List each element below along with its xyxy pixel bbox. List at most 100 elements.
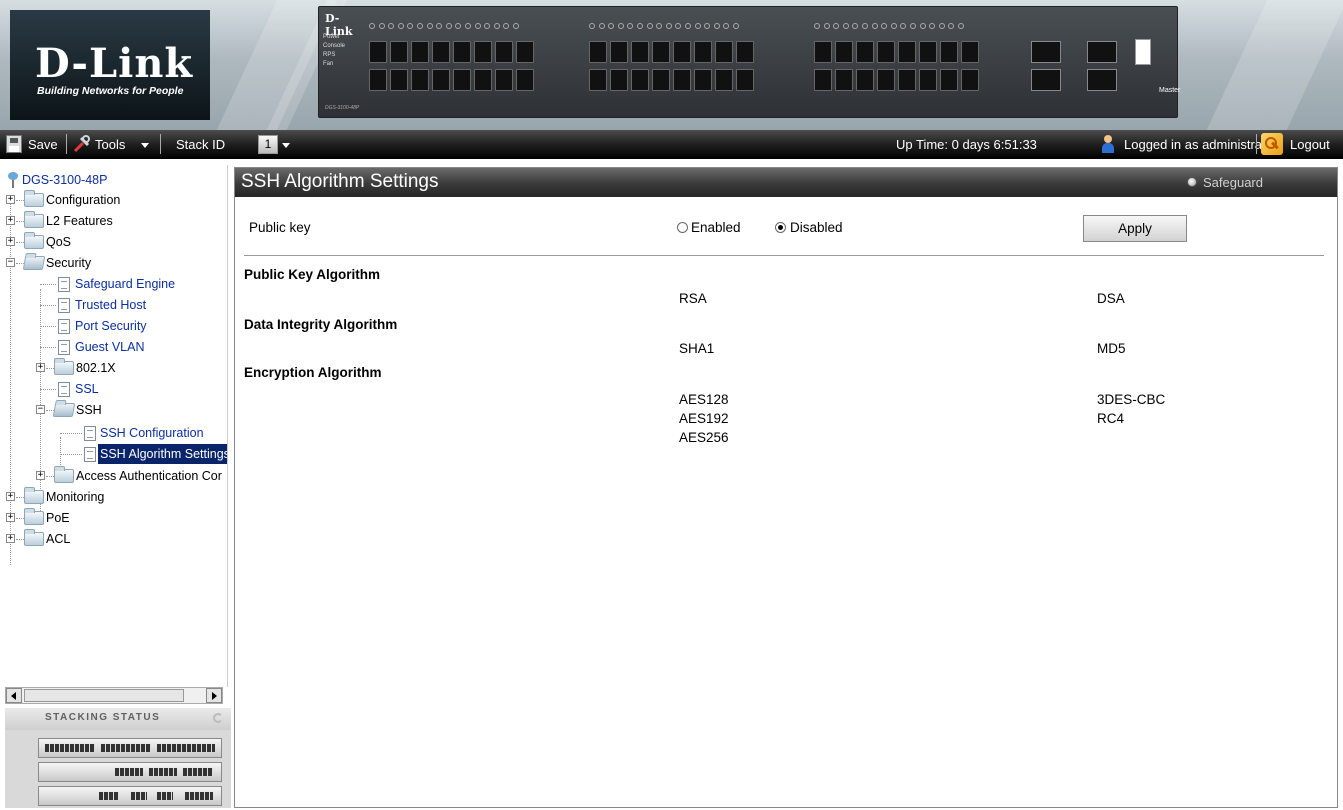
page-icon (84, 447, 96, 462)
tree-item-label-selected[interactable]: SSH Algorithm Settings (98, 444, 227, 464)
port-group[interactable] (814, 17, 984, 95)
stack-unit[interactable] (38, 762, 222, 782)
tree-item-configuration[interactable]: + Configuration (0, 190, 227, 210)
stack-unit[interactable] (38, 738, 222, 758)
tree-item-802-1x[interactable]: + 802.1X (0, 358, 227, 378)
tree-item-label[interactable]: Port Security (75, 316, 147, 336)
section-heading-public-key: Public Key Algorithm (244, 267, 381, 282)
chevron-down-icon[interactable] (282, 143, 290, 148)
folder-icon (24, 508, 44, 525)
apply-button[interactable]: Apply (1083, 215, 1187, 242)
refresh-icon[interactable] (213, 713, 223, 723)
tree-item-l2-features[interactable]: + L2 Features (0, 211, 227, 231)
tree-item-poe[interactable]: + PoE (0, 508, 227, 528)
save-icon[interactable] (6, 135, 22, 153)
tree-item-security[interactable]: − Security (0, 253, 227, 273)
scrollbar-thumb[interactable] (24, 689, 184, 702)
stacking-status-panel: STACKING STATUS (5, 708, 231, 808)
expand-icon[interactable]: + (6, 492, 15, 501)
collapse-icon[interactable]: − (36, 405, 45, 414)
port-row[interactable] (369, 41, 539, 63)
switch-front-panel[interactable]: D-Link Power Console RPS Fan DGS-3100-48… (318, 6, 1180, 118)
save-button[interactable]: Save (28, 137, 58, 152)
expand-icon[interactable]: + (6, 237, 15, 246)
port-group[interactable] (369, 17, 539, 95)
port-row[interactable] (814, 41, 984, 63)
tree-item-label[interactable]: Guest VLAN (75, 337, 144, 357)
toolbar: Save Tools Stack ID 1 Up Time: 0 days 6:… (0, 130, 1343, 159)
tree-item-label[interactable]: SSH Configuration (100, 423, 204, 443)
scroll-right-button[interactable] (206, 688, 222, 703)
tree-item-monitoring[interactable]: + Monitoring (0, 487, 227, 507)
tree-item-ssl[interactable]: SSL (0, 379, 227, 399)
combo-port[interactable] (1087, 69, 1117, 91)
port-row[interactable] (369, 69, 539, 91)
chevron-down-icon[interactable] (141, 143, 149, 148)
tree-item-label[interactable]: QoS (46, 232, 71, 252)
expand-icon[interactable]: + (36, 363, 45, 372)
tree-item-label[interactable]: SSH (76, 400, 102, 420)
algorithm-dsa: DSA (1097, 291, 1125, 306)
page-icon (58, 277, 70, 292)
algorithm-aes256: AES256 (679, 430, 729, 445)
stack-unit[interactable] (38, 786, 222, 806)
led-label: Power (323, 34, 341, 40)
collapse-icon[interactable]: − (6, 258, 15, 267)
tree-item-label[interactable]: Trusted Host (75, 295, 146, 315)
expand-icon[interactable]: + (6, 195, 15, 204)
expand-icon[interactable]: + (6, 513, 15, 522)
tree-item-label[interactable]: ACL (46, 529, 70, 549)
combo-port[interactable] (1031, 69, 1061, 91)
tree-item-guest-vlan[interactable]: Guest VLAN (0, 337, 227, 357)
toolbar-divider (160, 134, 161, 154)
port-group[interactable] (589, 17, 759, 95)
page-icon (58, 298, 70, 313)
expand-icon[interactable]: + (36, 471, 45, 480)
logout-button[interactable]: Logout (1290, 137, 1330, 152)
public-key-enabled-radio[interactable] (677, 222, 688, 233)
logo-text: D-Link (35, 40, 194, 87)
safeguard-status-icon (1187, 177, 1197, 187)
tree-horizontal-scrollbar[interactable] (5, 687, 223, 704)
folder-icon (24, 211, 44, 228)
tree-item-acl[interactable]: + ACL (0, 529, 227, 549)
tree-item-label[interactable]: Security (46, 253, 91, 273)
tree-item-label[interactable]: Monitoring (46, 487, 104, 507)
port-row[interactable] (589, 69, 759, 91)
wrench-icon[interactable] (72, 134, 92, 154)
tree-root[interactable]: DGS-3100-48P (0, 170, 227, 190)
tree-item-label[interactable]: Configuration (46, 190, 120, 210)
tree-item-label[interactable]: L2 Features (46, 211, 113, 231)
combo-port[interactable] (1087, 41, 1117, 63)
tree-item-label[interactable]: Safeguard Engine (75, 274, 175, 294)
stack-id-select[interactable]: 1 (258, 135, 278, 154)
folder-icon (24, 232, 44, 249)
dlink-logo: D-Link Building Networks for People (10, 10, 210, 120)
tree-item-port-security[interactable]: Port Security (0, 316, 227, 336)
port-row[interactable] (589, 41, 759, 63)
tree-item-safeguard-engine[interactable]: Safeguard Engine (0, 274, 227, 294)
tree-item-qos[interactable]: + QoS (0, 232, 227, 252)
tools-menu[interactable]: Tools (95, 137, 125, 152)
combo-port[interactable] (1031, 41, 1061, 63)
tree-item-trusted-host[interactable]: Trusted Host (0, 295, 227, 315)
public-key-disabled-radio[interactable] (775, 222, 786, 233)
tree-item-label[interactable]: 802.1X (76, 358, 116, 378)
tree-item-label[interactable]: PoE (46, 508, 70, 528)
expand-icon[interactable]: + (6, 216, 15, 225)
tree-item-label[interactable]: SSL (75, 379, 99, 399)
tree-item-ssh[interactable]: − SSH (0, 400, 227, 420)
expand-icon[interactable]: + (6, 534, 15, 543)
tree-item-label[interactable]: Access Authentication Cor (76, 466, 222, 486)
tree-item-access-authentication[interactable]: + Access Authentication Cor (0, 466, 227, 486)
disabled-label[interactable]: Disabled (790, 220, 843, 235)
stack-id-display (1135, 39, 1151, 65)
tree-root-label[interactable]: DGS-3100-48P (22, 170, 107, 190)
safeguard-indicator: Safeguard (1187, 175, 1263, 190)
tree-item-ssh-configuration[interactable]: SSH Configuration (0, 423, 227, 443)
enabled-label[interactable]: Enabled (691, 220, 741, 235)
port-row[interactable] (814, 69, 984, 91)
scroll-left-button[interactable] (6, 688, 22, 703)
logout-icon[interactable] (1261, 133, 1283, 155)
tree-item-ssh-algorithm-settings[interactable]: SSH Algorithm Settings (0, 444, 227, 464)
